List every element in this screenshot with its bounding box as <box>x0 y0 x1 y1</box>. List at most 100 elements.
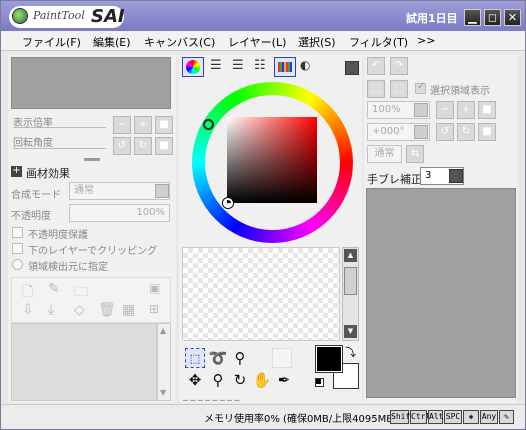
clip-lower-label: 下のレイヤーでクリッピング <box>28 246 158 257</box>
merge-down-icon[interactable]: ⤓ <box>48 302 54 318</box>
memory-usage: メモリ使用率0% (確保0MB/上限4095MB) <box>204 414 398 425</box>
panel-splitter[interactable] <box>84 158 100 161</box>
any-key-indicator: Any <box>480 410 498 424</box>
detect-source-label: 領域検出元に指定 <box>28 262 108 273</box>
stabilizer-label: 手ブレ補正 <box>367 173 422 186</box>
mixer-icon[interactable]: ☷ <box>254 58 266 73</box>
clip-lower-checkbox[interactable] <box>12 243 23 254</box>
menu-file[interactable]: ファイル(F) <box>22 34 81 50</box>
scroll-thumb[interactable] <box>344 267 357 295</box>
layer-setting-icon[interactable]: ⊞ <box>149 302 159 316</box>
eyedropper-icon[interactable]: ✒ <box>274 370 294 390</box>
zoom-in-button[interactable]: + <box>134 116 152 134</box>
protect-opacity-checkbox[interactable] <box>12 227 23 238</box>
scroll-down-icon[interactable]: ▼ <box>344 325 357 338</box>
swatches-icon <box>278 62 292 72</box>
rotate-zero-button[interactable]: ■ <box>478 123 496 141</box>
zoom-minus-button[interactable]: − <box>436 101 454 119</box>
show-selection-label: 選択領域表示 <box>430 86 490 97</box>
zoom-dropdown-icon[interactable] <box>414 103 428 117</box>
navigator-preview[interactable] <box>11 57 171 109</box>
angle-dropdown-icon[interactable] <box>414 125 428 139</box>
rotate-ccw-button[interactable]: ↺ <box>436 123 454 141</box>
color-wheel-icon <box>186 60 200 74</box>
zoom-slider[interactable] <box>13 127 106 128</box>
deselect-button[interactable]: ⬚ <box>367 80 385 98</box>
blend-mode-label: 合成モード <box>11 190 61 201</box>
menu-edit[interactable]: 編集(E) <box>93 34 131 50</box>
hsv-slider-icon[interactable]: ☰ <box>232 58 244 73</box>
status-bar: メモリ使用率0% (確保0MB/上限4095MB) Shift Ctrl Alt… <box>1 404 525 428</box>
title-bar: PaintTool SAI 試用1日目 ▁ ◻ ✕ <box>1 1 525 31</box>
redo-button[interactable]: ↷ <box>390 57 408 75</box>
zoom-icon[interactable]: ⚲ <box>208 370 228 390</box>
brush-preview-area[interactable] <box>366 188 516 398</box>
rect-select-icon[interactable]: ⬚ <box>185 348 205 368</box>
trial-status: 試用1日目 <box>406 12 458 25</box>
layer-mask-icon[interactable]: ▦ <box>122 302 135 318</box>
layer-list[interactable] <box>11 323 157 401</box>
mode-value-field[interactable]: 通常 <box>367 145 402 163</box>
layer-toolbar: 🗋 ✎ 🗀 ▣ ⇩ ⤓ ◇ 🗑 ▦ ⊞ <box>11 277 171 323</box>
tablet-icon: ◈ <box>463 410 479 424</box>
opacity-field[interactable]: 100% <box>69 204 170 222</box>
zoom-reset-button[interactable]: ■ <box>155 116 173 134</box>
close-button[interactable]: ✕ <box>504 9 521 26</box>
magic-wand-icon[interactable]: ⚲ <box>230 348 250 368</box>
lasso-icon[interactable]: ➰ <box>208 348 228 368</box>
menu-canvas[interactable]: キャンバス(C) <box>144 34 215 50</box>
rotate-right-button[interactable]: ↻ <box>134 137 152 155</box>
move-icon[interactable]: ✥ <box>185 370 205 390</box>
ctrl-key-indicator: Ctrl <box>410 410 430 424</box>
logo-sai: SAI <box>91 6 125 27</box>
hand-icon[interactable]: ✋ <box>252 370 272 390</box>
primary-color-swatch[interactable] <box>316 346 342 372</box>
hue-cursor[interactable] <box>203 119 214 130</box>
color-wheel-tab[interactable] <box>182 57 204 77</box>
shift-key-indicator: Shift <box>390 410 415 424</box>
swatches-tab[interactable] <box>274 57 296 77</box>
minimize-button[interactable]: ▁ <box>464 9 481 26</box>
reset-colors-icon[interactable] <box>315 378 324 387</box>
rgb-slider-icon[interactable]: ☰ <box>210 58 222 73</box>
zoom-plus-button[interactable]: + <box>457 101 475 119</box>
detect-source-radio[interactable] <box>12 259 23 270</box>
angle-slider[interactable] <box>13 148 106 149</box>
zoom-out-button[interactable]: − <box>113 116 131 134</box>
rotate-left-button[interactable]: ↺ <box>113 137 131 155</box>
paint-effect-label[interactable]: 画材効果 <box>26 165 70 181</box>
clear-layer-icon[interactable]: ◇ <box>74 302 85 318</box>
angle-label: 回転角度 <box>13 138 53 149</box>
menu-filter[interactable]: フィルタ(T) <box>349 34 408 50</box>
menu-layer[interactable]: レイヤー(L) <box>228 34 286 50</box>
new-pen-layer-icon[interactable]: ✎ <box>48 281 60 297</box>
stabilizer-dropdown-icon[interactable] <box>449 169 463 183</box>
scratchpad-icon[interactable]: ◐ <box>300 58 310 72</box>
undo-button[interactable]: ↶ <box>367 57 385 75</box>
zoom-fit-button[interactable]: ■ <box>478 101 496 119</box>
logo-text: PaintTool <box>33 9 85 22</box>
expand-icon[interactable]: + <box>11 166 22 177</box>
rotate-icon[interactable]: ↻ <box>230 370 250 390</box>
trash-icon[interactable]: 🗑 <box>98 302 116 318</box>
menu-bar: ファイル(F) 編集(E) キャンバス(C) レイヤー(L) 選択(S) フィル… <box>1 31 525 51</box>
saturation-value-box[interactable] <box>227 117 317 203</box>
swap-colors-icon[interactable]: ⤵ <box>345 344 356 360</box>
flip-button[interactable]: ⇆ <box>406 145 424 163</box>
rotate-cw-button[interactable]: ↻ <box>457 123 475 141</box>
transfer-down-icon[interactable]: ⇩ <box>22 302 34 318</box>
layer-list-scrollbar[interactable]: ▲ ▼ <box>157 323 171 401</box>
scroll-up-icon[interactable]: ▲ <box>344 249 357 262</box>
scratchpad-scrollbar[interactable]: ▲ ▼ <box>342 247 359 341</box>
opacity-label: 不透明度 <box>11 211 51 222</box>
crop-button[interactable]: ⬚ <box>390 80 408 98</box>
show-selection-checkbox[interactable]: ✓ <box>415 81 426 94</box>
rotate-reset-button[interactable]: ■ <box>155 137 173 155</box>
scratchpad-area[interactable] <box>182 247 340 341</box>
sv-cursor[interactable] <box>223 198 233 208</box>
maximize-button[interactable]: ◻ <box>484 9 501 26</box>
menu-more[interactable]: >> <box>417 34 435 47</box>
color-panel-menu-icon[interactable] <box>345 61 359 75</box>
menu-select[interactable]: 選択(S) <box>298 34 336 50</box>
layer-option-icon[interactable]: ▣ <box>149 281 160 295</box>
